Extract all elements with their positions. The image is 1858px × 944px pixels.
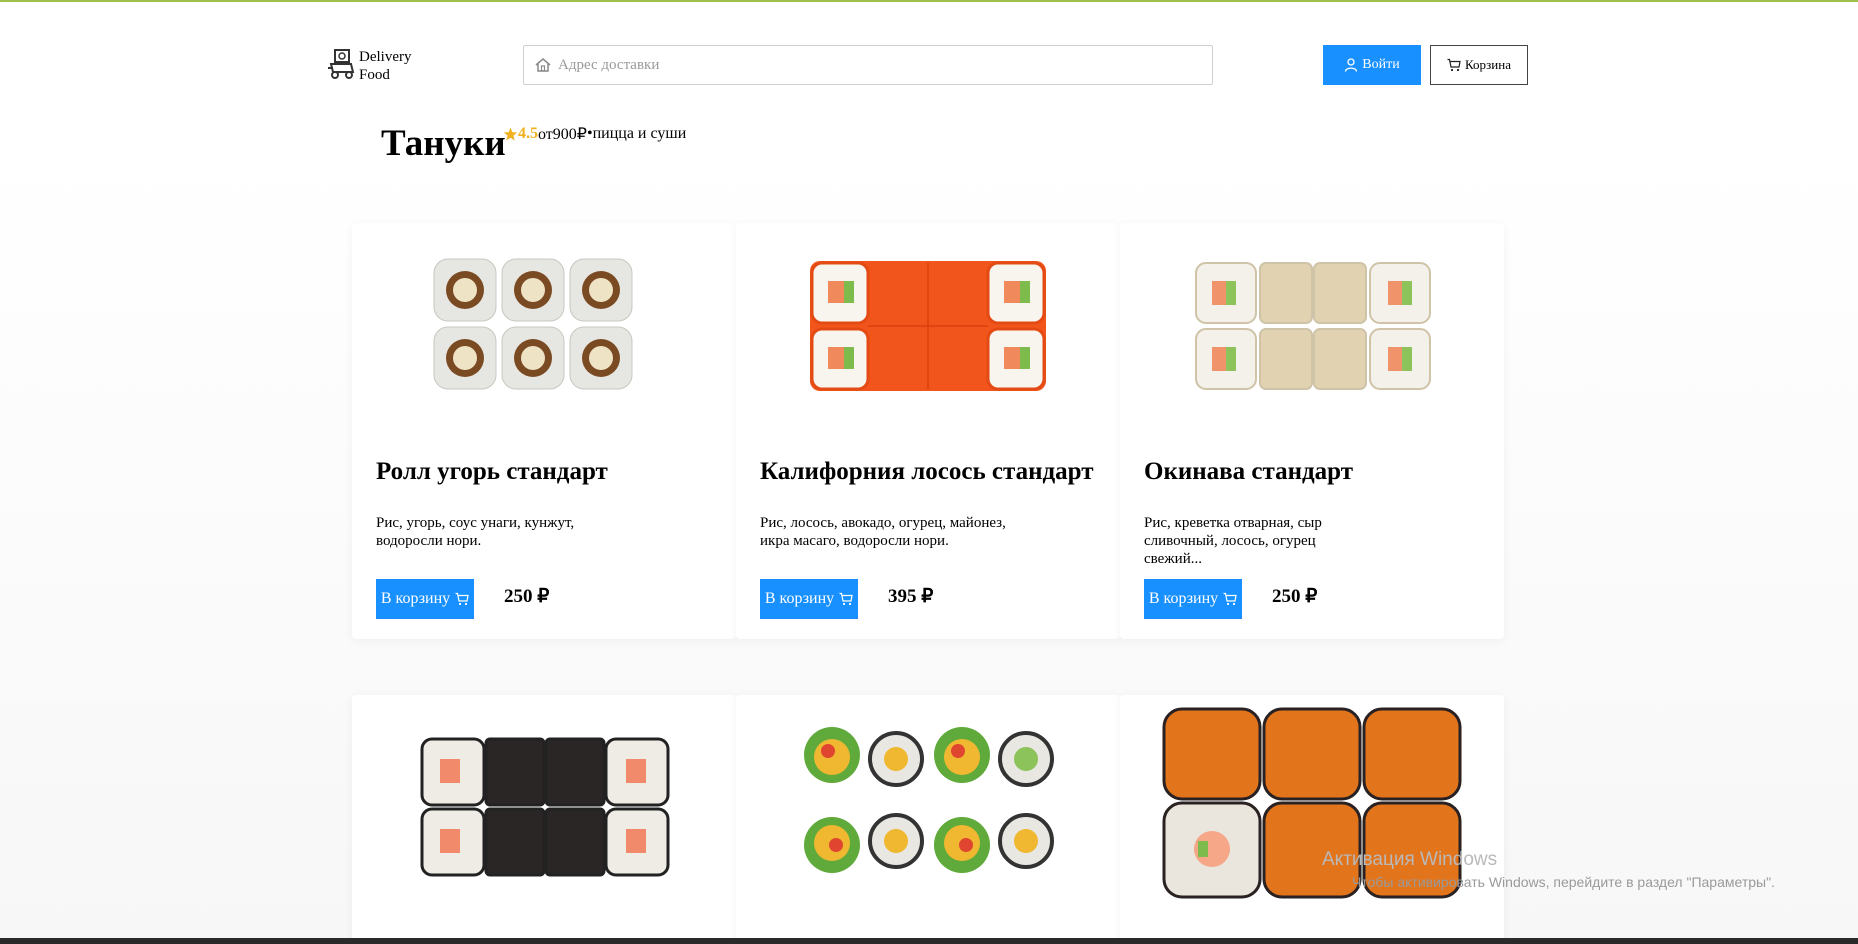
delivery-logo-icon — [328, 49, 355, 79]
lettuce-roll-image — [804, 727, 1054, 873]
add-to-cart-label: В корзину — [1148, 590, 1219, 607]
okinawa-roll-image — [1195, 262, 1431, 390]
product-description: Рис, лосось, авокадо, огурец, майонез, и… — [760, 515, 1006, 549]
product-card — [1120, 695, 1504, 944]
add-to-cart-button[interactable]: В корзину — [376, 579, 474, 619]
restaurant-title: Тануки — [381, 123, 506, 164]
shopping-cart-icon — [839, 592, 853, 606]
logo-line2: Food — [359, 67, 390, 83]
eel-roll-image — [433, 258, 633, 390]
product-price: 250 ₽ — [504, 586, 550, 607]
star-icon — [503, 127, 518, 140]
cart-button[interactable]: Корзина — [1430, 45, 1528, 85]
shopping-cart-icon — [1223, 592, 1237, 606]
product-title: Ролл угорь стандарт — [376, 458, 608, 485]
product-card — [352, 695, 736, 944]
product-price: 250 ₽ — [1272, 586, 1318, 607]
add-to-cart-button[interactable]: В корзину — [760, 579, 858, 619]
product-card — [736, 695, 1120, 944]
taskbar-edge — [0, 938, 1858, 944]
top-accent-line — [0, 0, 1858, 2]
product-price: 395 ₽ — [888, 586, 934, 607]
windows-activation-title: Активация Windows — [1322, 849, 1498, 870]
black-rice-roll-image — [420, 737, 670, 877]
windows-activation-text: Чтобы активировать Windows, перейдите в … — [1352, 874, 1775, 890]
login-button[interactable]: Войти — [1323, 45, 1421, 85]
shopping-cart-icon — [455, 592, 469, 606]
logo-text: Delivery Food — [359, 48, 411, 84]
product-description: Рис, креветка отварная, сыр сливочный, л… — [1144, 515, 1322, 567]
add-to-cart-label: В корзину — [764, 590, 835, 607]
logo-line1: Delivery — [359, 49, 412, 65]
login-label: Войти — [1362, 57, 1400, 72]
price-from: от900₽ — [538, 126, 587, 143]
address-field[interactable] — [523, 45, 1213, 85]
shopping-cart-icon — [1447, 58, 1461, 72]
product-title: Окинава стандарт — [1144, 458, 1353, 485]
california-roll-image — [810, 261, 1046, 391]
rating: 4.5 — [503, 125, 538, 143]
product-description: Рис, угорь, соус унаги, кунжут, водоросл… — [376, 515, 575, 549]
restaurant-meta: 4.5 от900₽ • пицца и суши — [503, 124, 686, 144]
product-card: Ролл угорь стандарт Рис, угорь, соус уна… — [352, 223, 736, 639]
home-icon — [535, 58, 551, 72]
address-input[interactable] — [558, 56, 1178, 74]
add-to-cart-label: В корзину — [380, 590, 451, 607]
cart-label: Корзина — [1464, 57, 1511, 72]
restaurant-category: пицца и суши — [592, 125, 687, 142]
product-card: Окинава стандарт Рис, креветка отварная,… — [1120, 223, 1504, 639]
product-title: Калифорния лосось стандарт — [760, 458, 1094, 485]
product-card: Калифорния лосось стандарт Рис, лосось, … — [736, 223, 1120, 639]
add-to-cart-button[interactable]: В корзину — [1144, 579, 1242, 619]
user-icon — [1345, 58, 1358, 72]
logo[interactable]: Delivery Food — [327, 46, 411, 84]
rating-value: 4.5 — [518, 125, 538, 142]
